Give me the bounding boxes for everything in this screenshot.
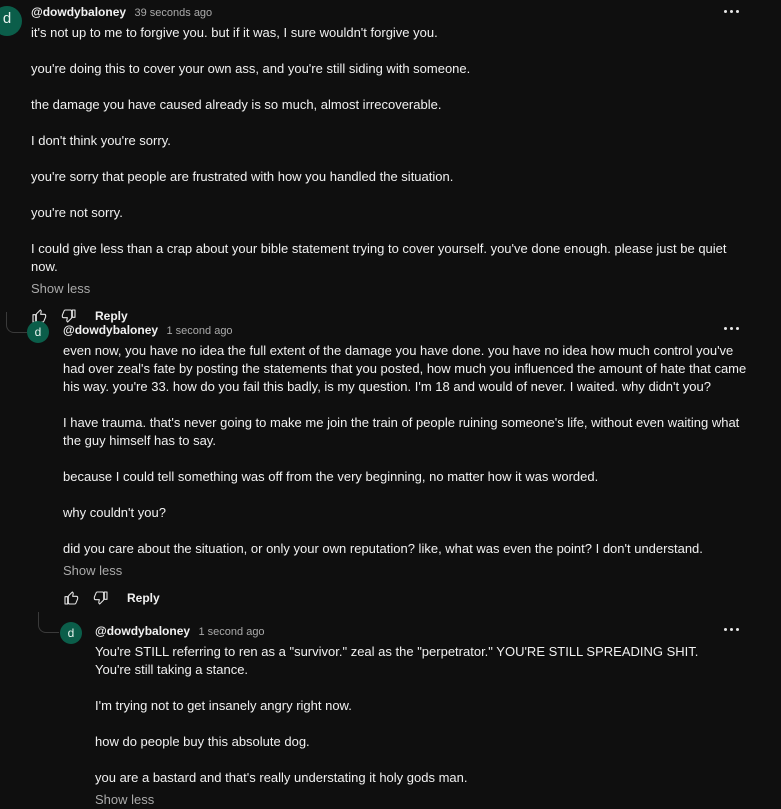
comment-actions: Reply <box>63 588 758 608</box>
comment-text: even now, you have no idea the full exte… <box>63 342 758 558</box>
thumbs-down-icon[interactable] <box>93 590 109 606</box>
comment-paragraph: why couldn't you? <box>63 505 166 520</box>
more-options-button[interactable] <box>724 624 742 636</box>
show-less-button[interactable]: Show less <box>31 280 751 298</box>
avatar-letter: d <box>67 626 75 640</box>
comment-author[interactable]: @dowdybaloney <box>95 624 190 638</box>
thread-line <box>38 612 59 633</box>
comment-paragraph: You're STILL referring to ren as a "surv… <box>95 644 699 677</box>
comment-paragraph: even now, you have no idea the full exte… <box>63 343 747 394</box>
comment-paragraph: because I could tell something was off f… <box>63 469 599 484</box>
avatar-letter: d <box>34 325 42 339</box>
comment-paragraph: how do people buy this absolute dog. <box>95 734 310 749</box>
thumbs-up-icon[interactable] <box>63 590 79 606</box>
comment-paragraph: I don't think you're sorry. <box>31 133 171 148</box>
comment-paragraph: I'm trying not to get insanely angry rig… <box>95 698 352 713</box>
avatar[interactable]: d <box>27 321 49 343</box>
comment-paragraph: I have trauma. that's never going to mak… <box>63 415 740 448</box>
comment-paragraph: you are a bastard and that's really unde… <box>95 770 468 785</box>
comment-author[interactable]: @dowdybaloney <box>63 323 158 337</box>
comment-paragraph: I could give less than a crap about your… <box>31 241 727 274</box>
avatar-letter: d <box>2 10 12 27</box>
comment-timestamp[interactable]: 1 second ago <box>199 626 265 638</box>
comment-paragraph: the damage you have caused already is so… <box>31 97 442 112</box>
avatar[interactable]: d <box>60 622 82 644</box>
thread-line <box>6 312 27 333</box>
comment-text: it's not up to me to forgive you. but if… <box>31 24 751 276</box>
show-less-button[interactable]: Show less <box>95 791 725 809</box>
thumbs-down-icon[interactable] <box>61 308 77 324</box>
comment-timestamp[interactable]: 1 second ago <box>167 325 233 337</box>
reply-button[interactable]: Reply <box>95 309 128 323</box>
avatar[interactable]: d <box>0 6 22 36</box>
comment-text: You're STILL referring to ren as a "surv… <box>95 643 725 787</box>
comment-paragraph: it's not up to me to forgive you. but if… <box>31 25 438 40</box>
comment-paragraph: you're not sorry. <box>31 205 123 220</box>
comment-paragraph: did you care about the situation, or onl… <box>63 541 703 556</box>
comment-paragraph: you're sorry that people are frustrated … <box>31 169 454 184</box>
show-less-button[interactable]: Show less <box>63 562 758 580</box>
comment-paragraph: you're doing this to cover your own ass,… <box>31 61 471 76</box>
reply-button[interactable]: Reply <box>127 591 160 605</box>
comment-author[interactable]: @dowdybaloney <box>31 5 126 19</box>
comment-timestamp[interactable]: 39 seconds ago <box>135 7 213 19</box>
